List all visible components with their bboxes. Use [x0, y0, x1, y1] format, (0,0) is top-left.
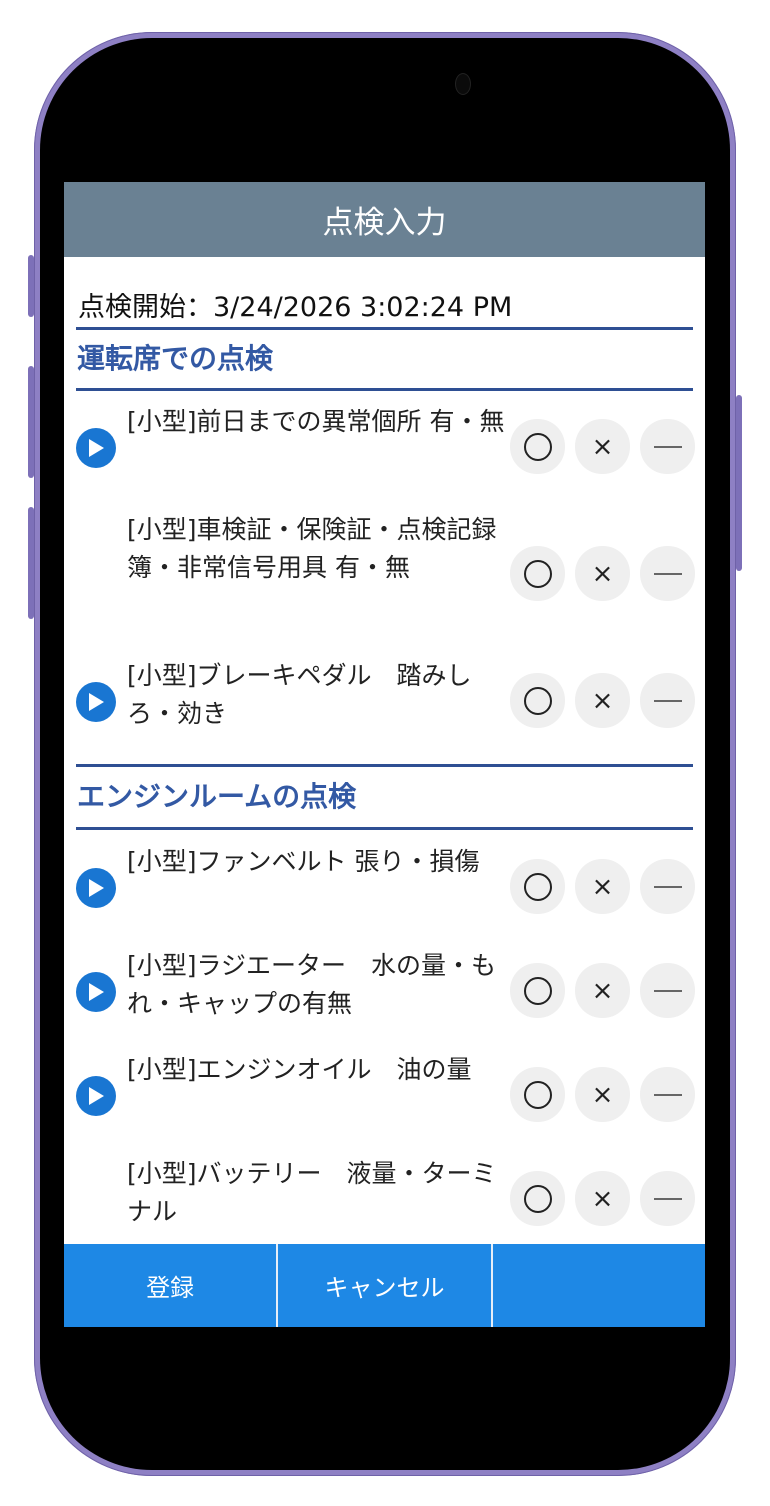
choice-group: ×	[510, 419, 695, 474]
circle-icon	[523, 976, 552, 1005]
choice-group: ×	[510, 1067, 695, 1122]
item-label: [小型]ブレーキペダル 踏みしろ・効き	[127, 661, 472, 728]
start-time: 点検開始：3/24/2026 3:02:24 PM	[78, 285, 512, 324]
dash-icon	[653, 989, 682, 992]
dash-icon	[653, 572, 682, 575]
na-button[interactable]	[640, 1067, 695, 1122]
empty-button[interactable]	[493, 1244, 705, 1327]
choice-group: ×	[510, 1171, 695, 1226]
ng-button[interactable]: ×	[575, 546, 630, 601]
circle-icon	[523, 686, 552, 715]
ng-button[interactable]: ×	[575, 419, 630, 474]
na-button[interactable]	[640, 419, 695, 474]
choice-group: ×	[510, 963, 695, 1018]
dash-icon	[653, 1093, 682, 1096]
circle-icon	[523, 872, 552, 901]
ng-button[interactable]: ×	[575, 673, 630, 728]
choice-group: ×	[510, 546, 695, 601]
play-circle-icon[interactable]	[76, 682, 116, 722]
item-label: [小型]車検証・保険証・点検記録簿・非常信号用具 有・無	[127, 515, 497, 582]
ok-button[interactable]	[510, 673, 565, 728]
circle-icon	[523, 1080, 552, 1109]
app-screen: 点検入力 点検開始：3/24/2026 3:02:24 PM 運転席での点検 […	[64, 182, 705, 1327]
register-button[interactable]: 登録	[64, 1244, 279, 1327]
ng-button[interactable]: ×	[575, 1171, 630, 1226]
page-title: 点検入力	[64, 182, 705, 257]
ng-button[interactable]: ×	[575, 963, 630, 1018]
dash-icon	[653, 1197, 682, 1200]
dash-icon	[653, 699, 682, 702]
dash-icon	[653, 445, 682, 448]
ok-button[interactable]	[510, 419, 565, 474]
circle-icon	[523, 1184, 552, 1213]
play-circle-icon[interactable]	[76, 972, 116, 1012]
start-value: 3/24/2026 3:02:24 PM	[213, 292, 513, 323]
power-button	[736, 395, 742, 571]
choice-group: ×	[510, 673, 695, 728]
play-circle-icon[interactable]	[76, 868, 116, 908]
item-label: [小型]ファンベルト 張り・損傷	[127, 847, 480, 876]
item-label: [小型]バッテリー 液量・ターミナル	[127, 1159, 497, 1226]
na-button[interactable]	[640, 859, 695, 914]
section-title-engine: エンジンルームの点検	[77, 780, 357, 813]
na-button[interactable]	[640, 1171, 695, 1226]
mute-switch	[28, 255, 34, 317]
ok-button[interactable]	[510, 963, 565, 1018]
ok-button[interactable]	[510, 1171, 565, 1226]
volume-down-button	[28, 507, 34, 619]
ok-button[interactable]	[510, 1067, 565, 1122]
section-title-cab: 運転席での点検	[77, 342, 274, 375]
na-button[interactable]	[640, 673, 695, 728]
ng-button[interactable]: ×	[575, 859, 630, 914]
na-button[interactable]	[640, 963, 695, 1018]
item-label: [小型]ラジエーター 水の量・もれ・キャップの有無	[127, 951, 497, 1018]
play-circle-icon[interactable]	[76, 428, 116, 468]
item-label: [小型]エンジンオイル 油の量	[127, 1055, 472, 1084]
start-label: 点検開始：	[78, 292, 213, 323]
inspection-list[interactable]: 点検開始：3/24/2026 3:02:24 PM 運転席での点検 [小型]前日…	[64, 257, 705, 1244]
ok-button[interactable]	[510, 859, 565, 914]
cancel-button[interactable]: キャンセル	[278, 1244, 493, 1327]
camera-icon	[455, 73, 471, 95]
choice-group: ×	[510, 859, 695, 914]
play-circle-icon[interactable]	[76, 1076, 116, 1116]
dash-icon	[653, 885, 682, 888]
ng-button[interactable]: ×	[575, 1067, 630, 1122]
divider	[76, 827, 693, 830]
divider	[76, 388, 693, 391]
ok-button[interactable]	[510, 546, 565, 601]
divider	[76, 327, 693, 330]
circle-icon	[523, 559, 552, 588]
divider	[76, 764, 693, 767]
item-label: [小型]前日までの異常個所 有・無	[127, 407, 505, 436]
na-button[interactable]	[640, 546, 695, 601]
volume-up-button	[28, 366, 34, 478]
action-bar: 登録 キャンセル	[64, 1244, 705, 1327]
circle-icon	[523, 432, 552, 461]
